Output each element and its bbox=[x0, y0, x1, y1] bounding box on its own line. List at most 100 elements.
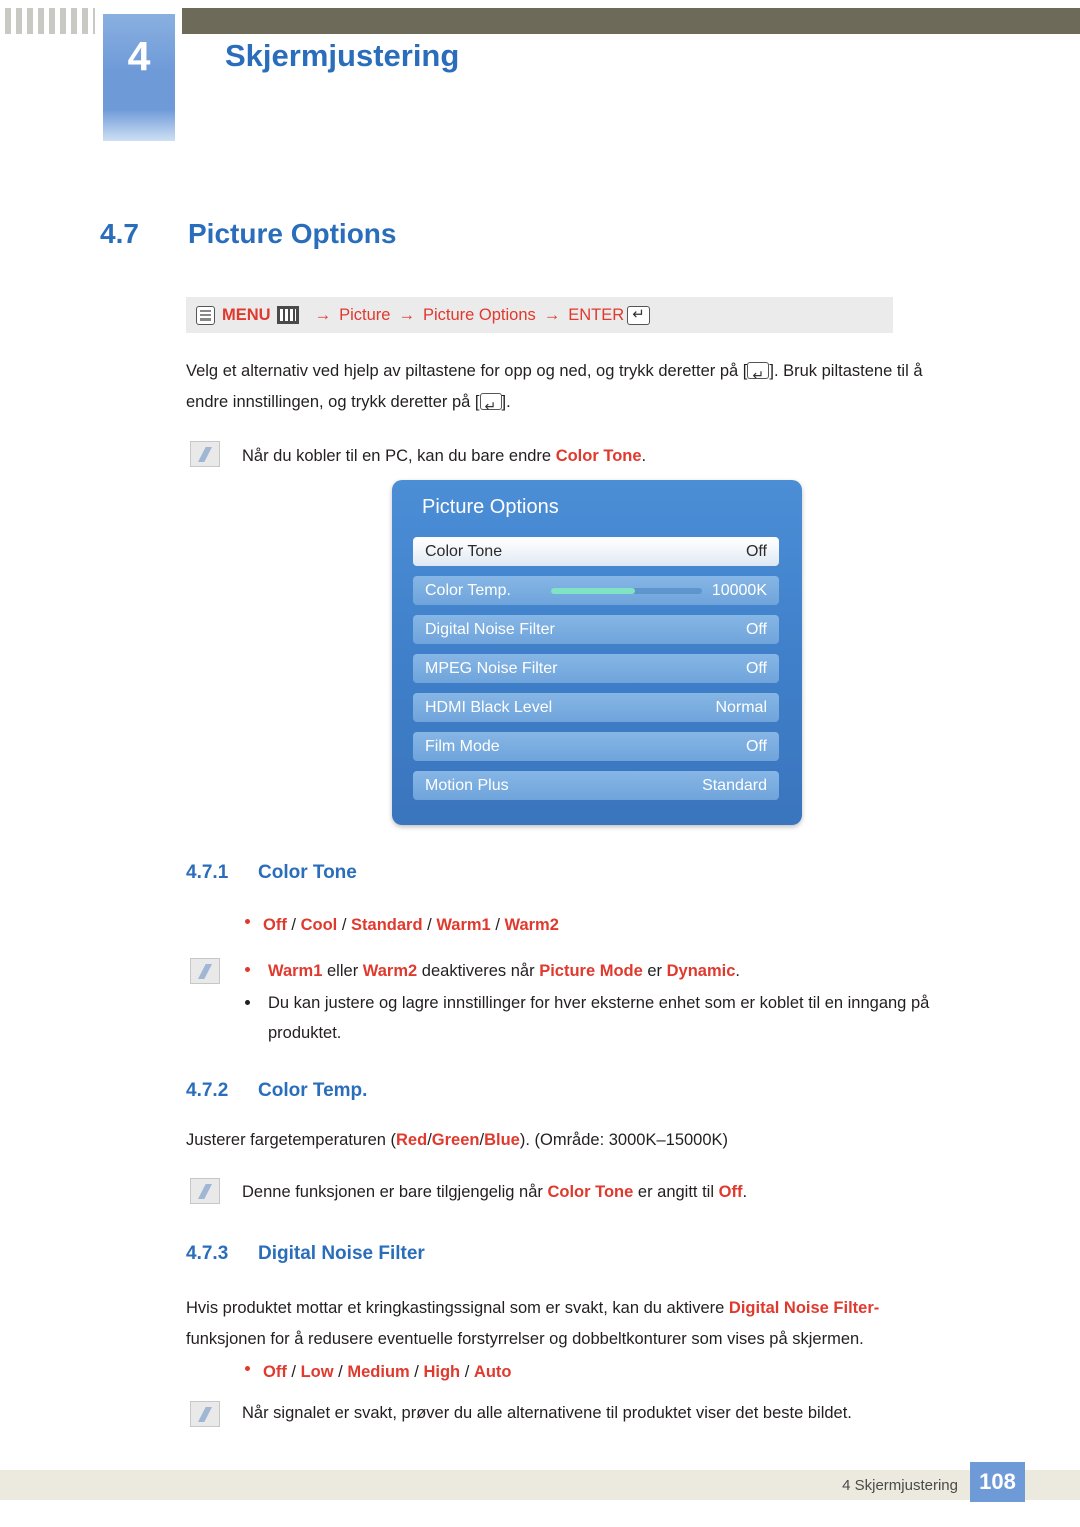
breadcrumb-enter-label: ENTER bbox=[568, 305, 625, 324]
osd-title: Picture Options bbox=[422, 496, 559, 518]
enter-key-icon-inline-2 bbox=[479, 391, 502, 422]
bullet-icon-471-note1 bbox=[245, 967, 250, 972]
osd-row-color-tone[interactable]: Color Tone Off bbox=[413, 537, 779, 566]
subsection-472-number: 4.7.2 bbox=[186, 1080, 229, 1101]
osd-row-color-temp[interactable]: Color Temp. 10000K bbox=[413, 576, 779, 605]
intro-line2-a: endre innstillingen, og trykk deretter p… bbox=[186, 393, 480, 411]
option-473-off: Off bbox=[263, 1363, 287, 1381]
option-cool: Cool bbox=[300, 916, 338, 934]
osd-label-film-mode: Film Mode bbox=[425, 737, 500, 755]
breadcrumb-item-picture-options: Picture Options bbox=[422, 305, 536, 324]
body-473-a: Hvis produktet mottar et kringkastingssi… bbox=[186, 1299, 729, 1317]
option-standard: Standard bbox=[351, 916, 423, 934]
osd-row-mpeg-noise-filter[interactable]: MPEG Noise Filter Off bbox=[413, 654, 779, 683]
header-stripe-decoration bbox=[0, 8, 95, 34]
option-473-high: High bbox=[423, 1363, 461, 1381]
subsection-473-title: Digital Noise Filter bbox=[258, 1243, 425, 1264]
subsection-471-note-2: Du kan justere og lagre innstillinger fo… bbox=[268, 988, 998, 1048]
osd-value-hdmi-black-level: Normal bbox=[715, 698, 767, 716]
osd-value-digital-noise-filter: Off bbox=[745, 620, 767, 638]
osd-value-color-temp: 10000K bbox=[711, 581, 767, 599]
body-472-a: Justerer fargetemperaturen ( bbox=[186, 1131, 397, 1149]
note-471-note2-line2: produktet. bbox=[268, 1024, 342, 1042]
option-473-low: Low bbox=[300, 1363, 334, 1381]
chapter-number: 4 bbox=[127, 33, 151, 79]
enter-key-icon bbox=[627, 305, 651, 325]
osd-slider-color-temp[interactable] bbox=[550, 587, 702, 594]
osd-value-film-mode: Off bbox=[745, 737, 767, 755]
note-icon-2 bbox=[190, 958, 220, 984]
note-471-note2-line1: Du kan justere og lagre innstillinger fo… bbox=[268, 994, 930, 1012]
option-warm2: Warm2 bbox=[504, 916, 559, 934]
note-1-c: . bbox=[641, 447, 647, 465]
subsection-471-number: 4.7.1 bbox=[186, 862, 229, 883]
color-red-label: Red bbox=[396, 1131, 428, 1149]
option-473-auto: Auto bbox=[473, 1363, 512, 1381]
breadcrumb-menu-label: MENU bbox=[222, 305, 271, 324]
osd-label-color-tone: Color Tone bbox=[425, 542, 503, 560]
body-472-b: ). (Område: 3000K–15000K) bbox=[519, 1131, 729, 1149]
subsection-473-note: Når signalet er svakt, prøver du alle al… bbox=[242, 1404, 852, 1422]
osd-label-mpeg-noise-filter: MPEG Noise Filter bbox=[425, 659, 558, 677]
subsection-473-number: 4.7.3 bbox=[186, 1243, 229, 1264]
note-dynamic: Dynamic bbox=[666, 962, 736, 980]
osd-row-film-mode[interactable]: Film Mode Off bbox=[413, 732, 779, 761]
subsection-472-body: Justerer fargetemperaturen (Red/Green/Bl… bbox=[186, 1125, 986, 1156]
note-1-a: Når du kobler til en PC, kan du bare end… bbox=[242, 447, 556, 465]
osd-row-digital-noise-filter[interactable]: Digital Noise Filter Off bbox=[413, 615, 779, 644]
note-icon-3 bbox=[190, 1178, 220, 1204]
osd-row-motion-plus[interactable]: Motion Plus Standard bbox=[413, 771, 779, 800]
section-title: Picture Options bbox=[188, 218, 397, 249]
bullet-icon-473-options bbox=[245, 1366, 250, 1371]
subsection-472-note: Denne funksjonen er bare tilgjengelig nå… bbox=[242, 1177, 1012, 1208]
note-472-e: . bbox=[742, 1183, 748, 1201]
note-1-text: Når du kobler til en PC, kan du bare end… bbox=[242, 441, 1002, 472]
note-471-d: deaktiveres når bbox=[417, 962, 540, 980]
note-warm2: Warm2 bbox=[362, 962, 418, 980]
breadcrumb-arrow-3: → bbox=[543, 305, 561, 324]
note-471-b: eller bbox=[322, 962, 363, 980]
option-warm1: Warm1 bbox=[436, 916, 491, 934]
subsection-471-title: Color Tone bbox=[258, 862, 357, 883]
note-472-a: Denne funksjonen er bare tilgjengelig nå… bbox=[242, 1183, 548, 1201]
osd-slider-fill bbox=[550, 587, 636, 594]
footer-chapter-label: 4 Skjermjustering bbox=[842, 1477, 958, 1494]
intro-line1-a: Velg et alternativ ved hjelp av piltaste… bbox=[186, 362, 748, 380]
intro-paragraph: Velg et alternativ ved hjelp av piltaste… bbox=[186, 356, 996, 422]
note-warm1: Warm1 bbox=[268, 962, 323, 980]
note-472-c: er angitt til bbox=[633, 1183, 719, 1201]
note-472-off: Off bbox=[718, 1183, 743, 1201]
color-blue-label: Blue bbox=[484, 1131, 520, 1149]
breadcrumb: MENU → Picture → Picture Options → ENTER bbox=[186, 297, 893, 333]
section-number: 4.7 bbox=[100, 218, 139, 249]
osd-label-motion-plus: Motion Plus bbox=[425, 776, 509, 794]
body-473-line2: funksjonen for å redusere eventuelle for… bbox=[186, 1330, 864, 1348]
enter-key-icon-inline-1 bbox=[747, 360, 770, 391]
menu-button-icon bbox=[276, 306, 299, 324]
osd-picture-options-menu: Picture Options Color Tone Off Color Tem… bbox=[392, 480, 802, 825]
osd-label-color-temp: Color Temp. bbox=[425, 581, 511, 599]
body-473-dnf: Digital Noise Filter bbox=[728, 1299, 874, 1317]
option-473-medium: Medium bbox=[347, 1363, 410, 1381]
osd-row-hdmi-black-level[interactable]: HDMI Black Level Normal bbox=[413, 693, 779, 722]
osd-label-hdmi-black-level: HDMI Black Level bbox=[425, 698, 553, 716]
chapter-title: Skjermjustering bbox=[225, 38, 460, 73]
osd-label-digital-noise-filter: Digital Noise Filter bbox=[425, 620, 555, 638]
note-1-colortone: Color Tone bbox=[555, 447, 642, 465]
subsection-473-body: Hvis produktet mottar et kringkastingssi… bbox=[186, 1293, 996, 1355]
osd-value-motion-plus: Standard bbox=[702, 776, 767, 794]
note-471-h: . bbox=[735, 962, 741, 980]
subsection-471-options: Off / Cool / Standard / Warm1 / Warm2 bbox=[263, 916, 559, 934]
note-icon-4 bbox=[190, 1401, 220, 1427]
subsection-473-options: Off / Low / Medium / High / Auto bbox=[263, 1363, 512, 1381]
breadcrumb-arrow-1: → bbox=[314, 305, 332, 324]
footer-page-number: 108 bbox=[970, 1462, 1025, 1502]
note-picture-mode: Picture Mode bbox=[539, 962, 643, 980]
note-icon-1 bbox=[190, 441, 220, 467]
subsection-471-note-1: Warm1 eller Warm2 deaktiveres når Pictur… bbox=[268, 956, 1008, 986]
note-471-f: er bbox=[642, 962, 667, 980]
subsection-472-title: Color Temp. bbox=[258, 1080, 368, 1101]
breadcrumb-item-picture: Picture bbox=[339, 305, 391, 324]
color-green-label: Green bbox=[431, 1131, 480, 1149]
osd-value-color-tone: Off bbox=[745, 542, 767, 560]
